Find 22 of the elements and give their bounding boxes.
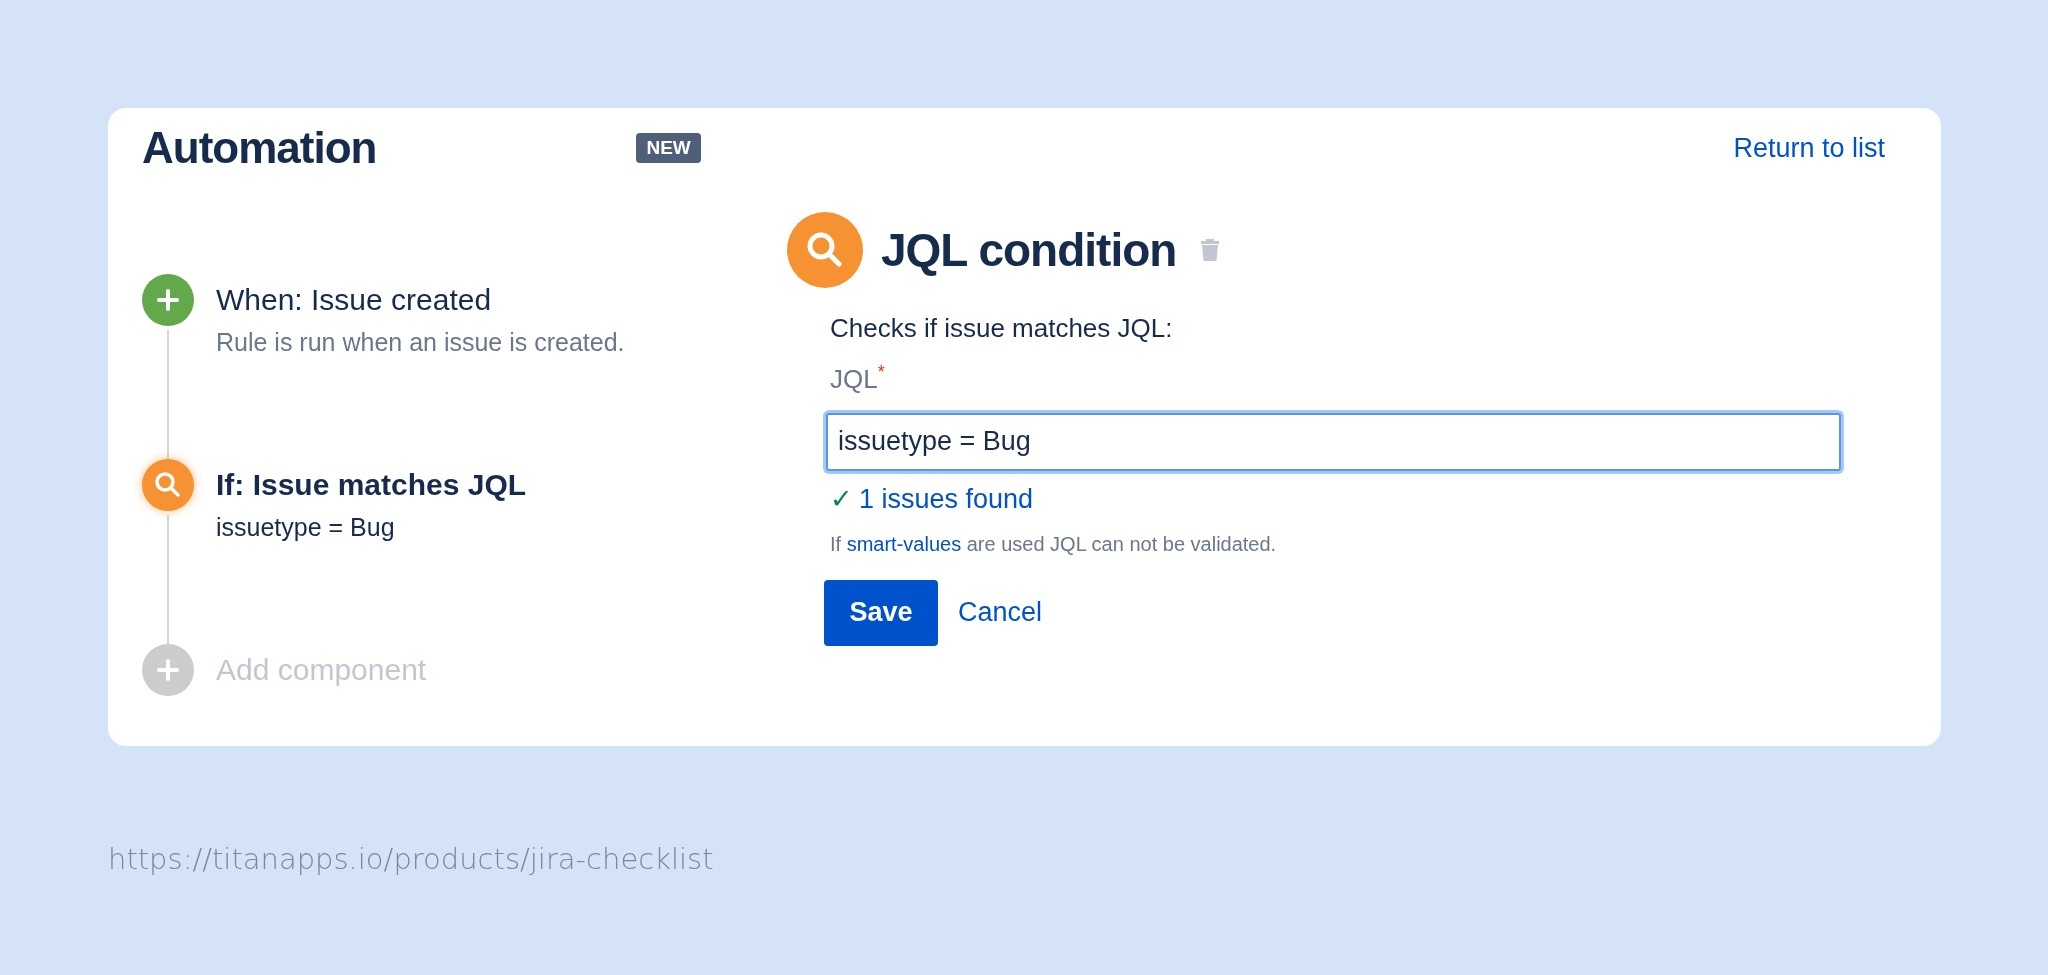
step-title[interactable]: If: Issue matches JQL <box>216 459 527 511</box>
intro-text: Checks if issue matches JQL: <box>830 313 1174 344</box>
panel-title: JQL condition <box>881 223 1177 277</box>
save-button[interactable]: Save <box>824 579 938 646</box>
field-label: JQL$^{*}$ <box>830 362 886 395</box>
jql-input[interactable]: issuetype = Bug <box>826 412 1841 471</box>
new-badge: NEW <box>636 133 701 163</box>
step-title[interactable]: When: Issue created <box>216 274 625 326</box>
result-text: 1 issues found <box>859 483 1034 514</box>
page-title: Automation <box>142 123 377 173</box>
trash-icon[interactable] <box>1200 238 1221 262</box>
source-url: https://titanapps.io/products/jira-checklist <box>108 842 715 876</box>
check-icon: ✓ <box>830 483 853 514</box>
step-description: Rule is run when an issue is created. <box>216 328 625 357</box>
return-link[interactable]: Return to list <box>1733 132 1885 164</box>
smart-values-link[interactable]: smart-values <box>846 532 962 555</box>
search-icon <box>787 212 863 288</box>
step-description: issuetype = Bug <box>216 513 396 542</box>
hint-text: If smart-values are used JQL can not be validated. <box>830 532 1278 556</box>
cancel-button[interactable]: Cancel <box>952 596 1049 630</box>
plus-icon[interactable] <box>142 274 194 326</box>
search-icon[interactable] <box>142 459 194 511</box>
